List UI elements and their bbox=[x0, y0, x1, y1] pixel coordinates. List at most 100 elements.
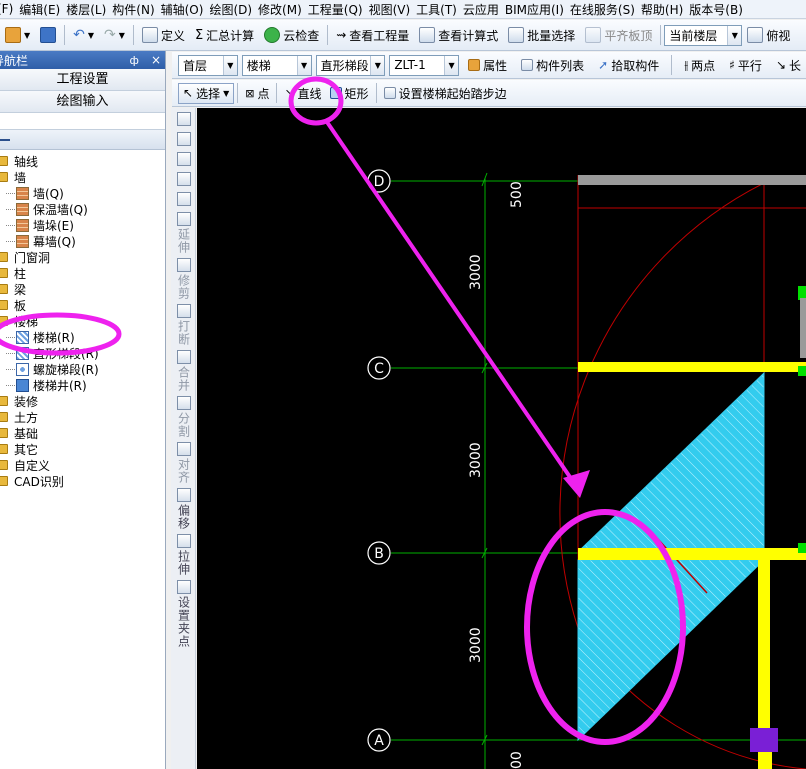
drawing-canvas[interactable]: D C B A 500 3000 3000 3000 00 bbox=[197, 108, 806, 769]
folder-icon bbox=[0, 284, 8, 294]
undo-button[interactable]: ↶ ▼ bbox=[68, 24, 99, 46]
pin-icon[interactable]: ф bbox=[130, 54, 139, 67]
menu-item[interactable]: 辅轴(O) bbox=[161, 1, 210, 18]
long-button[interactable]: ↘ 长 bbox=[771, 54, 806, 76]
tree-folder-item[interactable]: 墙 bbox=[0, 169, 165, 185]
redo-button[interactable]: ↷ ▼ bbox=[99, 24, 130, 46]
purple-grip[interactable] bbox=[750, 728, 778, 752]
menu-item[interactable]: 工程量(Q) bbox=[308, 1, 369, 18]
set-start-edge-button[interactable]: 设置楼梯起始踏步边 bbox=[380, 83, 511, 104]
tool-icon bbox=[176, 534, 191, 548]
tree-folder-item[interactable]: 门窗洞 bbox=[0, 249, 165, 265]
vtool-button[interactable]: 偏移 bbox=[171, 484, 196, 530]
tree-folder-item[interactable]: 轴线 bbox=[0, 153, 165, 169]
vtool-button[interactable]: 合并 bbox=[171, 346, 196, 392]
tree-leaf-item[interactable]: 螺旋梯段(R) bbox=[0, 361, 165, 377]
tree-leaf-item[interactable]: 直形梯段(R) bbox=[0, 345, 165, 361]
tree-folder-item[interactable]: 柱 bbox=[0, 265, 165, 281]
tree-folder-item[interactable]: 自定义 bbox=[0, 457, 165, 473]
tree-folder-item[interactable]: 楼梯 bbox=[0, 313, 165, 329]
view-quantity-button[interactable]: ⇝ 查看工程量 bbox=[331, 24, 414, 46]
line-button[interactable]: ↘ 直线 bbox=[280, 83, 325, 104]
menu-item[interactable]: 楼层(L) bbox=[66, 1, 112, 18]
top-wall bbox=[578, 175, 806, 185]
define-button[interactable]: 定义 bbox=[137, 24, 190, 46]
drawing-input-button[interactable]: 绘图输入 bbox=[0, 91, 165, 113]
view-formula-button[interactable]: 查看计算式 bbox=[414, 24, 503, 46]
menu-item[interactable]: 版本号(B) bbox=[689, 1, 749, 18]
pick-component-button[interactable]: ➚ 拾取构件 bbox=[593, 54, 664, 76]
menu-item[interactable]: 工具(T) bbox=[416, 1, 463, 18]
tool-copy[interactable] bbox=[171, 128, 196, 148]
tree-folder-item[interactable]: 基础 bbox=[0, 425, 165, 441]
type-select[interactable]: 直形梯段 ▼ bbox=[315, 54, 386, 76]
tool-pencil[interactable] bbox=[171, 108, 196, 128]
menu-item[interactable]: 视图(V) bbox=[369, 1, 417, 18]
vtool-button[interactable]: 延伸 bbox=[171, 208, 196, 254]
separator bbox=[327, 25, 329, 45]
batch-select-button[interactable]: 批量选择 bbox=[503, 24, 580, 46]
open-button[interactable]: ▼ bbox=[0, 24, 35, 46]
menu-item[interactable]: 绘图(D) bbox=[209, 1, 258, 18]
properties-button[interactable]: 属性 bbox=[463, 54, 512, 76]
menu-item[interactable]: 编辑(E) bbox=[19, 1, 66, 18]
axis-label-b: B bbox=[374, 546, 384, 562]
chevron-down-icon: ▼ bbox=[444, 55, 459, 75]
menu-item[interactable]: 构件(N) bbox=[112, 1, 160, 18]
menu-item[interactable]: BIM应用(I) bbox=[505, 1, 570, 18]
top-view-button[interactable]: 俯视 bbox=[742, 24, 795, 46]
wall-icon bbox=[16, 234, 29, 248]
tree-folder-item[interactable]: 其它 bbox=[0, 441, 165, 457]
sum-calc-button[interactable]: Σ 汇总计算 bbox=[190, 24, 259, 46]
flush-slab-top-button[interactable]: 平齐板顶 bbox=[580, 24, 657, 46]
undo-icon: ↶ bbox=[73, 27, 85, 43]
tree-folder-item[interactable]: 土方 bbox=[0, 409, 165, 425]
tree-item-label: 螺旋梯段(R) bbox=[33, 362, 99, 377]
point-button[interactable]: ⊠ 点 bbox=[241, 83, 273, 104]
tree-leaf-item[interactable]: 楼梯井(R) bbox=[0, 377, 165, 393]
menu-item[interactable]: 修改(M) bbox=[258, 1, 308, 18]
sigma-icon: Σ bbox=[194, 27, 204, 43]
menu-item[interactable]: (F) bbox=[0, 2, 19, 16]
tree-folder-item[interactable]: CAD识别 bbox=[0, 473, 165, 489]
vtool-button[interactable]: 分割 bbox=[171, 392, 196, 438]
project-settings-button[interactable]: 工程设置 bbox=[0, 69, 165, 91]
tree-leaf-item[interactable]: 墙垛(E) bbox=[0, 217, 165, 233]
category-select[interactable]: 楼梯 ▼ bbox=[241, 54, 312, 76]
save-button[interactable] bbox=[35, 24, 61, 46]
tree-leaf-item[interactable]: 墙(Q) bbox=[0, 185, 165, 201]
tree-collapse-bar[interactable] bbox=[0, 130, 165, 150]
tree-item-label: 墙垛(E) bbox=[33, 218, 74, 233]
vtool-button[interactable]: 打断 bbox=[171, 300, 196, 346]
floor-view-select[interactable]: 当前楼层 ▼ bbox=[664, 24, 743, 46]
vtool-label: 修剪 bbox=[176, 274, 191, 300]
menu-item[interactable]: 云应用 bbox=[463, 1, 505, 18]
component-list-button[interactable]: 构件列表 bbox=[516, 54, 589, 76]
tree-leaf-item[interactable]: 幕墙(Q) bbox=[0, 233, 165, 249]
floor-select[interactable]: 首层 ▼ bbox=[178, 54, 238, 76]
tool-mirror[interactable] bbox=[171, 148, 196, 168]
spiral-icon bbox=[16, 362, 29, 376]
tool-move[interactable] bbox=[171, 168, 196, 188]
vtool-button[interactable]: 拉伸 bbox=[171, 530, 196, 576]
well-icon bbox=[16, 378, 29, 392]
vtool-button[interactable]: 对齐 bbox=[171, 438, 196, 484]
tree-leaf-item[interactable]: 楼梯(R) bbox=[0, 329, 165, 345]
close-icon[interactable]: × bbox=[151, 53, 161, 67]
parallel-button[interactable]: ♯ 平行 bbox=[724, 54, 767, 76]
tool-rotate[interactable] bbox=[171, 188, 196, 208]
cloud-check-button[interactable]: 云检查 bbox=[259, 24, 324, 46]
select-button[interactable]: ↖ 选择 ▼ bbox=[178, 82, 235, 104]
vtool-button[interactable]: 修剪 bbox=[171, 254, 196, 300]
tree-folder-item[interactable]: 梁 bbox=[0, 281, 165, 297]
menu-item[interactable]: 帮助(H) bbox=[641, 1, 689, 18]
tree-folder-item[interactable]: 装修 bbox=[0, 393, 165, 409]
component-select[interactable]: ZLT-1 ▼ bbox=[389, 54, 460, 76]
rectangle-button[interactable]: 矩形 bbox=[326, 83, 373, 104]
tree-leaf-item[interactable]: 保温墙(Q) bbox=[0, 201, 165, 217]
menu-item[interactable]: 在线服务(S) bbox=[570, 1, 641, 18]
tree-folder-item[interactable]: 板 bbox=[0, 297, 165, 313]
tool-icon bbox=[176, 212, 191, 226]
two-points-button[interactable]: ⫲ 两点 bbox=[679, 54, 720, 76]
vtool-button[interactable]: 设置夹点 bbox=[171, 576, 196, 648]
